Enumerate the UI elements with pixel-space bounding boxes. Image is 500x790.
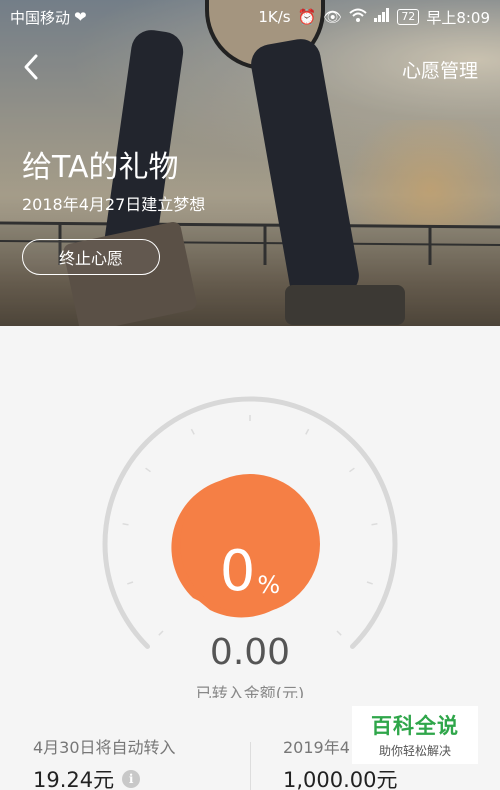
- gauge-tick: [190, 428, 195, 435]
- wish-created-date: 2018年4月27日建立梦想: [22, 195, 206, 214]
- stats-divider: [250, 742, 251, 790]
- percent-number: 0: [219, 539, 256, 604]
- eye-icon: 👁: [323, 8, 343, 26]
- battery-icon: 72: [397, 9, 420, 25]
- network-speed: 1K/s: [258, 8, 291, 26]
- gauge-tick: [371, 523, 378, 526]
- wish-title: 给TA的礼物: [22, 150, 179, 185]
- wish-manage-button[interactable]: 心愿管理: [402, 56, 478, 83]
- watermark-subtitle: 助你轻松解决: [378, 744, 451, 758]
- progress-percent: 0 %: [180, 488, 320, 600]
- top-bar: 心愿管理: [0, 44, 500, 90]
- info-icon[interactable]: i: [122, 770, 141, 788]
- clock-time: 早上8:09: [426, 8, 490, 27]
- gauge-tick: [122, 523, 129, 526]
- baike-watermark: 百科全说 助你轻松解决: [352, 706, 478, 764]
- percent-symbol: %: [257, 571, 281, 599]
- back-arrow-icon[interactable]: [18, 52, 46, 82]
- gauge-tick: [349, 467, 355, 473]
- auto-transfer-stat: 4月30日将自动转入 19.24元 i: [33, 734, 176, 790]
- transferred-amount: 0.00: [209, 632, 291, 673]
- gauge-tick: [145, 467, 151, 473]
- heart-rate-icon: ❤: [74, 8, 87, 26]
- signal-icon: [374, 8, 390, 26]
- auto-transfer-amount: 19.24元: [33, 768, 115, 790]
- target-amount: 1,000.00元: [283, 768, 398, 790]
- alarm-icon: ⏰: [297, 8, 317, 26]
- gauge-tick: [305, 428, 310, 435]
- watermark-title: 百科全说: [371, 714, 459, 738]
- gauge-tick: [366, 581, 373, 585]
- stop-wish-button[interactable]: 终止心愿: [22, 239, 160, 275]
- status-bar: 中国移动 ❤ 1K/s ⏰ 👁 72 早上8:09: [0, 0, 500, 34]
- gauge-tick: [127, 581, 134, 585]
- transferred-amount-label: 已转入金额(元): [195, 684, 305, 698]
- carrier-name: 中国移动: [10, 8, 71, 27]
- wifi-icon: [349, 8, 367, 26]
- auto-transfer-label: 4月30日将自动转入: [33, 738, 176, 757]
